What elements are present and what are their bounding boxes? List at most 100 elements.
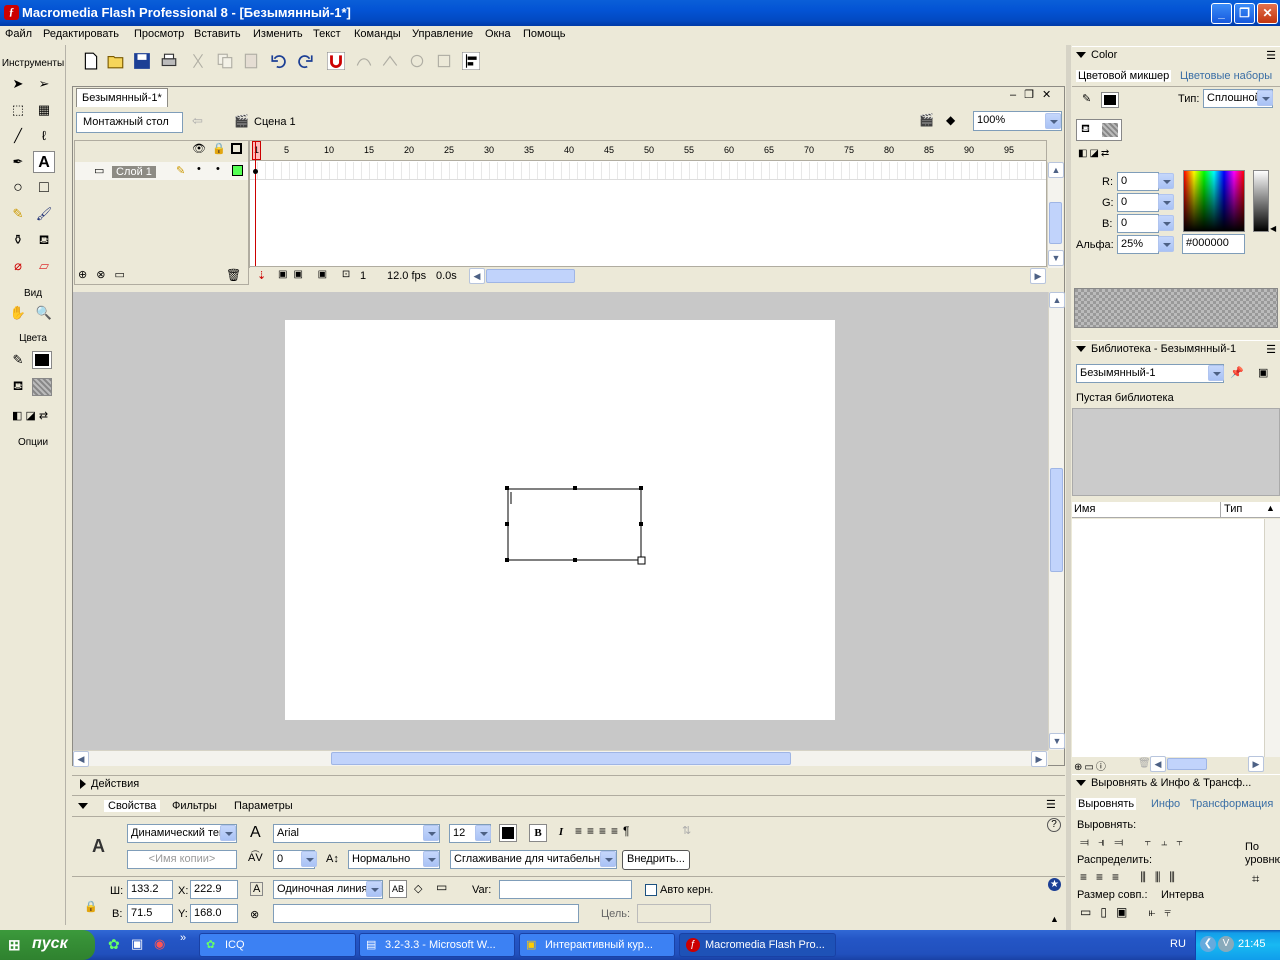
align-icons[interactable]: ⫤⫣⫤ ⫟⫠⫟ [1080, 835, 1192, 850]
keyframe-dot[interactable] [253, 169, 258, 174]
line-tool-icon[interactable]: ╱ [7, 125, 29, 147]
expand-arrow-icon[interactable]: ▲ [1050, 914, 1059, 924]
y-input[interactable]: 168.0 [190, 904, 238, 923]
distribute-icons[interactable]: ≡≡≡ ⫼⫼⫼ [1080, 870, 1184, 885]
panel-menu-icon[interactable]: ☰ [1266, 49, 1276, 62]
char-position-dropdown[interactable] [423, 851, 439, 867]
library-vscroll[interactable] [1264, 519, 1280, 757]
panel-splitter[interactable] [1066, 45, 1071, 930]
tab-parameters[interactable]: Параметры [234, 800, 293, 812]
fill-color-swatch[interactable] [32, 378, 52, 396]
edit-scene-icon[interactable]: 🎬 [919, 113, 934, 127]
ink-bottle-icon[interactable]: ⚱ [7, 229, 29, 251]
align-panel-icon[interactable] [462, 52, 480, 70]
height-input[interactable]: 71.5 [127, 904, 173, 923]
taskbar-item-word[interactable]: ▤ 3.2-3.3 - Microsoft W... [359, 933, 515, 957]
scroll-thumb[interactable] [1049, 202, 1062, 244]
url-link-input[interactable] [273, 904, 579, 923]
antialias-select[interactable]: Сглаживание для читабельности [450, 850, 617, 869]
taskbar-item-course[interactable]: ▣ Интерактивный кур... [519, 933, 675, 957]
library-document-select[interactable]: Безымянный-1 [1076, 364, 1224, 383]
menu-edit[interactable]: Редактировать [43, 28, 119, 40]
menu-view[interactable]: Просмотр [134, 28, 184, 40]
alpha-input[interactable]: 25% [1117, 235, 1159, 254]
var-input[interactable] [499, 880, 632, 899]
flash-app-icon[interactable]: ƒ [4, 5, 19, 20]
copy-icon[interactable] [216, 52, 234, 70]
close-button[interactable]: ✕ [1257, 3, 1278, 24]
panel-menu-icon[interactable]: ☰ [1046, 798, 1056, 811]
actions-panel-header[interactable]: Действия [72, 775, 1065, 793]
panel-menu-icon[interactable]: ☰ [1266, 343, 1276, 356]
stroke-color-swatch[interactable] [32, 351, 52, 369]
zoom-dropdown-arrow[interactable] [1045, 113, 1061, 129]
bold-button[interactable]: B [529, 824, 547, 842]
zoom-tool-icon[interactable]: 🔍 [33, 302, 55, 324]
open-folder-icon[interactable] [107, 52, 125, 70]
visible-dot[interactable]: • [197, 163, 201, 175]
lasso-tool-icon[interactable]: ℓ [33, 125, 55, 147]
menu-help[interactable]: Помощь [523, 28, 566, 40]
rotate-icon[interactable] [408, 52, 426, 70]
swap-colors-icon[interactable]: ◧ ◪ ⇄ [12, 409, 48, 422]
library-list[interactable] [1072, 519, 1264, 757]
minimize-button[interactable]: _ [1211, 3, 1232, 24]
target-select[interactable] [637, 904, 711, 923]
clock[interactable]: 21:45 [1238, 938, 1266, 950]
stroke-color-icon[interactable]: ✎ [7, 349, 29, 371]
r-input[interactable]: 0 [1117, 172, 1159, 191]
align-panel-header[interactable]: Выровнять & Инфо & Трансф... [1072, 774, 1280, 792]
scroll-down-icon[interactable]: ▼ [1049, 733, 1065, 749]
menu-text[interactable]: Текст [313, 28, 341, 40]
library-new-icons[interactable]: ⊕▭ⓘ [1074, 758, 1108, 773]
layer-row[interactable]: ▭ Слой 1 ✎ • • [75, 162, 248, 180]
tab-transform[interactable]: Трансформация [1190, 798, 1273, 810]
tray-expand-icon[interactable]: ❮ [1200, 936, 1216, 952]
selection-tool-icon[interactable]: ➤ [7, 73, 29, 95]
g-input[interactable]: 0 [1117, 193, 1159, 212]
lock-icon[interactable]: 🔒 [212, 142, 226, 155]
save-icon[interactable] [133, 52, 151, 70]
tab-color-mixer[interactable]: Цветовой микшер [1076, 70, 1172, 82]
match-size-icons[interactable]: ▭▯▣ ⫦⫧ [1080, 905, 1180, 920]
color-panel-header[interactable]: Color ☰ [1072, 46, 1280, 64]
delete-layer-icon[interactable]: 🗑 [226, 268, 241, 282]
outline-icon[interactable] [231, 143, 242, 154]
timeline-vscroll[interactable]: ▲ ▼ [1047, 162, 1064, 268]
tab-color-swatches[interactable]: Цветовые наборы [1180, 70, 1272, 82]
menu-modify[interactable]: Изменить [253, 28, 303, 40]
add-layer-icons[interactable]: ⊕ ⊗ ▭ [78, 268, 128, 281]
library-hscroll-thumb[interactable] [1167, 758, 1207, 770]
instance-name-input[interactable]: <Имя копии> [127, 850, 237, 869]
lib-scroll-right-icon[interactable]: ▶ [1248, 756, 1264, 772]
taskbar-item-icq[interactable]: ✿ ICQ [199, 933, 356, 957]
library-doc-dropdown[interactable] [1208, 365, 1224, 381]
stage-hscroll[interactable]: ◀ ▶ [73, 750, 1048, 767]
scroll-up-icon[interactable]: ▲ [1048, 162, 1064, 178]
r-dropdown[interactable] [1158, 173, 1174, 189]
border-icon[interactable]: ▭ [436, 880, 447, 894]
onion-skin-icons[interactable]: ▣▣ ▣ ⊡ [278, 269, 356, 280]
new-file-icon[interactable] [82, 52, 100, 70]
render-html-icon[interactable]: ◇ [414, 882, 422, 895]
menu-window[interactable]: Окна [485, 28, 511, 40]
text-orientation-icon[interactable]: ⇅ [682, 824, 691, 837]
quicklaunch-more-icon[interactable]: » [180, 932, 186, 944]
width-input[interactable]: 133.2 [127, 880, 173, 899]
paint-bucket-icon[interactable]: ⛾ [33, 229, 55, 251]
help-icon[interactable]: ? [1047, 818, 1061, 832]
eye-icon[interactable]: 👁 [192, 142, 206, 155]
undo-icon[interactable] [270, 52, 288, 70]
menu-control[interactable]: Управление [412, 28, 473, 40]
stage-hscroll-thumb[interactable] [331, 752, 791, 765]
tab-filters[interactable]: Фильтры [172, 800, 217, 812]
letter-spacing-dropdown[interactable] [301, 851, 317, 867]
pencil-tool-icon[interactable]: ✎ [7, 203, 29, 225]
layer-outline-color[interactable] [232, 165, 243, 176]
hand-tool-icon[interactable]: ✋ [7, 302, 29, 324]
edit-symbol-icon[interactable]: ◆ [946, 113, 955, 127]
document-tab[interactable]: Безымянный-1* [76, 88, 168, 107]
hscroll-right-icon[interactable]: ▶ [1030, 268, 1046, 284]
b-dropdown[interactable] [1158, 215, 1174, 231]
free-transform-icon[interactable]: ⬚ [7, 99, 29, 121]
